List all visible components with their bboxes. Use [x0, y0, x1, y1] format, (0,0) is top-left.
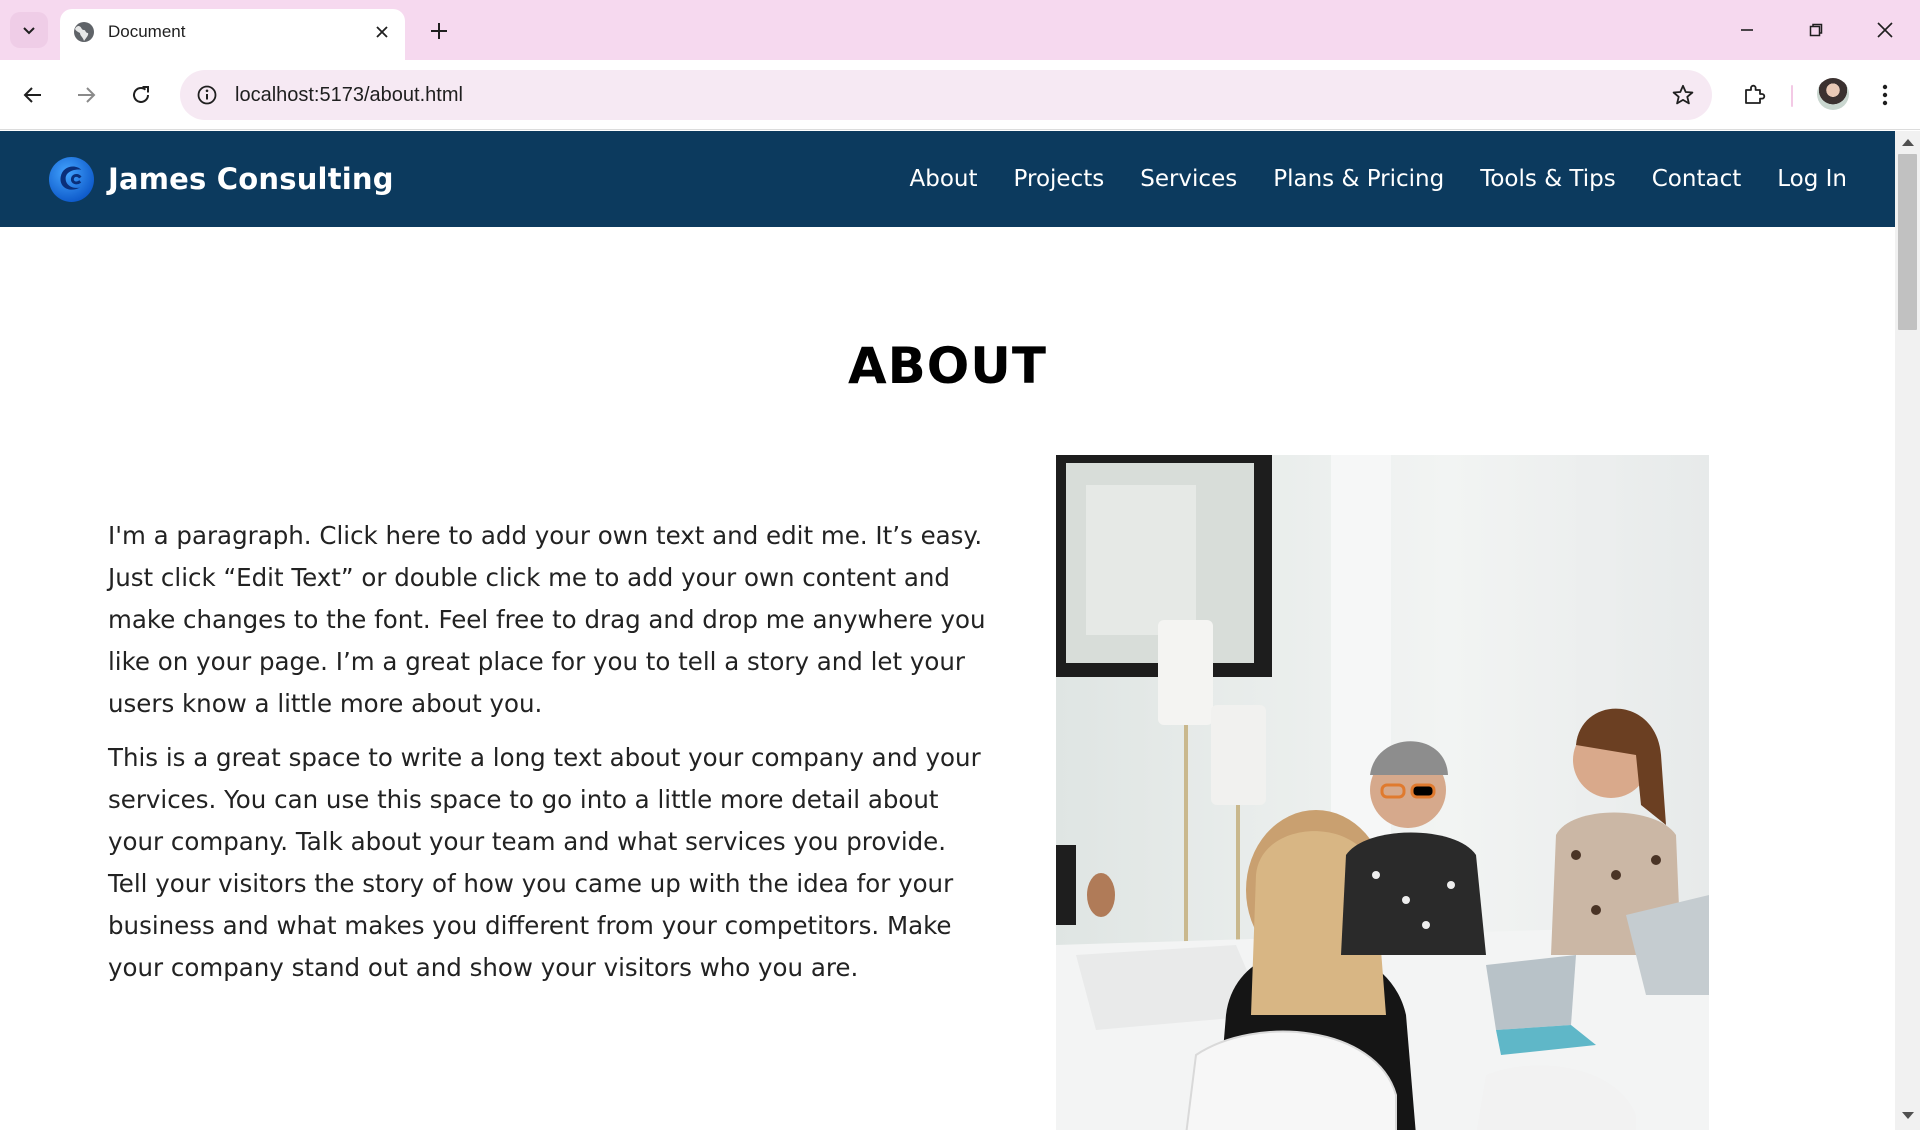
address-bar[interactable]: localhost:5173/about.html [180, 70, 1712, 120]
nav-log-in[interactable]: Log In [1777, 157, 1847, 201]
forward-arrow-icon [78, 87, 96, 103]
nav-about[interactable]: About [910, 157, 978, 201]
close-window-icon [1877, 22, 1893, 38]
scrollbar-thumb[interactable] [1898, 154, 1917, 330]
minimize-button[interactable] [1723, 10, 1771, 50]
more-vert-icon [1882, 84, 1888, 106]
scroll-up-arrow-icon[interactable] [1902, 139, 1914, 146]
tab-close-button[interactable] [369, 19, 395, 45]
url-text: localhost:5173/about.html [235, 84, 463, 106]
page-viewport: James Consulting About Projects Services… [0, 131, 1895, 1130]
nav-plans-pricing[interactable]: Plans & Pricing [1273, 157, 1444, 201]
forward-button[interactable] [66, 75, 106, 115]
brand-logo-icon[interactable] [48, 156, 95, 203]
toolbar-divider [1791, 85, 1793, 107]
about-text: I'm a paragraph. Click here to add your … [108, 515, 988, 989]
tab-strip: Document [0, 0, 1920, 60]
browser-menu-button[interactable] [1870, 75, 1900, 115]
browser-toolbar: localhost:5173/about.html [0, 60, 1920, 130]
reload-button[interactable] [121, 75, 161, 115]
site-info-button[interactable] [192, 80, 222, 110]
restore-icon [1809, 23, 1823, 37]
star-icon [1672, 84, 1694, 105]
profile-avatar[interactable] [1817, 78, 1849, 110]
close-window-button[interactable] [1861, 10, 1909, 50]
tab-search-button[interactable] [10, 12, 48, 48]
browser-tab[interactable]: Document [60, 9, 405, 60]
extensions-button[interactable] [1734, 75, 1774, 115]
back-button[interactable] [13, 75, 53, 115]
site-header: James Consulting About Projects Services… [0, 131, 1895, 227]
tab-title: Document [108, 22, 186, 41]
page-title: ABOUT [847, 337, 1048, 395]
scroll-down-arrow-icon[interactable] [1902, 1112, 1914, 1119]
nav-projects[interactable]: Projects [1014, 157, 1105, 201]
minimize-icon [1741, 29, 1753, 31]
tab-search-icon [23, 27, 35, 35]
site-info-icon [197, 85, 217, 105]
bookmark-button[interactable] [1668, 80, 1698, 110]
new-tab-button[interactable] [422, 14, 456, 48]
extensions-icon [1745, 84, 1766, 104]
reload-icon [133, 86, 149, 103]
brand-name[interactable]: James Consulting [108, 157, 394, 201]
nav-services[interactable]: Services [1140, 157, 1237, 201]
team-meeting-photo [1056, 455, 1709, 1130]
about-paragraph-1: I'm a paragraph. Click here to add your … [108, 521, 986, 718]
close-icon [376, 26, 388, 38]
page-scrollbar[interactable] [1895, 131, 1920, 1130]
main-nav: About Projects Services Plans & Pricing … [910, 157, 1847, 201]
back-arrow-icon [23, 87, 41, 103]
nav-contact[interactable]: Contact [1652, 157, 1741, 201]
nav-tools-tips[interactable]: Tools & Tips [1480, 157, 1616, 201]
about-paragraph-2: This is a great space to write a long te… [108, 743, 981, 982]
plus-icon [431, 23, 447, 39]
team-meeting-illustration [1056, 455, 1709, 1130]
restore-button[interactable] [1792, 10, 1840, 50]
globe-icon [74, 22, 94, 42]
